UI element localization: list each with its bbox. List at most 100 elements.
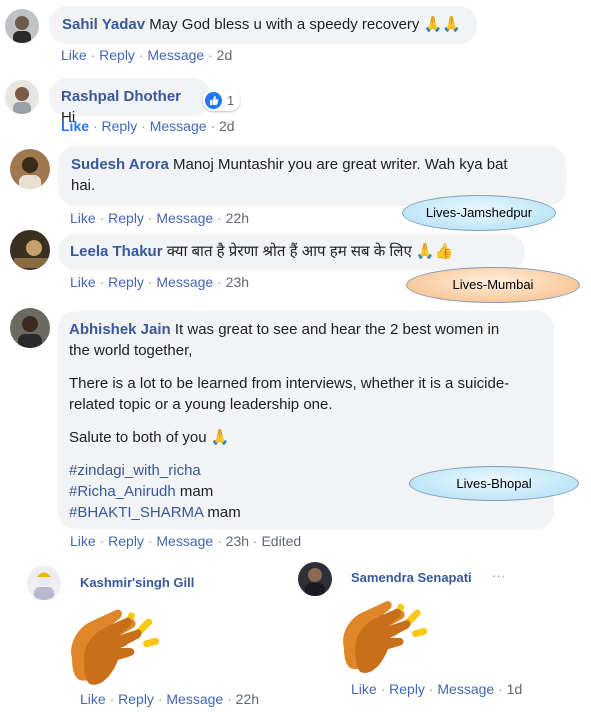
like-link[interactable]: Like bbox=[70, 533, 96, 549]
reply-link[interactable]: Reply bbox=[108, 533, 144, 549]
comment-bubble: Rashpal Dhother Hi bbox=[49, 78, 211, 126]
comment-actions: Like · Reply · Message · 1d bbox=[351, 681, 522, 697]
like-link[interactable]: Like bbox=[70, 274, 96, 290]
separator: · bbox=[138, 47, 144, 63]
avatar[interactable] bbox=[298, 562, 332, 596]
comment-bubble: Sahil Yadav May God bless u with a speed… bbox=[49, 6, 477, 44]
comment-timestamp[interactable]: 22h bbox=[236, 691, 259, 707]
comment-actions: Like · Reply · Message · 23h · Edited bbox=[70, 533, 301, 549]
separator: · bbox=[90, 47, 96, 63]
message-link[interactable]: Message bbox=[166, 691, 223, 707]
edited-label[interactable]: Edited bbox=[261, 533, 301, 549]
clapping-hands-icon bbox=[71, 609, 160, 685]
like-link[interactable]: Like bbox=[61, 47, 87, 63]
message-link[interactable]: Message bbox=[437, 681, 494, 697]
more-options-icon[interactable]: ··· bbox=[492, 568, 505, 583]
separator: · bbox=[141, 118, 146, 134]
comment-author[interactable]: Sahil Yadav bbox=[62, 16, 145, 33]
separator: · bbox=[92, 118, 98, 134]
avatar[interactable] bbox=[10, 149, 50, 189]
message-link[interactable]: Message bbox=[150, 118, 207, 134]
avatar-image bbox=[10, 308, 50, 348]
separator: · bbox=[428, 681, 434, 697]
reply-link[interactable]: Reply bbox=[118, 691, 154, 707]
avatar-image bbox=[5, 80, 39, 114]
separator: · bbox=[109, 691, 115, 707]
comment-author[interactable]: Leela Thakur bbox=[70, 243, 163, 260]
comment-text-line-1: Manoj Muntashir you are great writer. Wa… bbox=[172, 156, 508, 173]
comment-actions: Like · Reply · Message · 2d bbox=[61, 47, 232, 63]
reply-link[interactable]: Reply bbox=[101, 118, 137, 134]
clapping-hands-icon bbox=[343, 601, 428, 674]
separator: · bbox=[252, 533, 258, 549]
comment-actions: Like · Reply · Message · 2d bbox=[61, 118, 235, 134]
like-link[interactable]: Like bbox=[351, 681, 377, 697]
comment-text: क्या बात है प्रेरणा श्रोत हैं आप हम सब क… bbox=[166, 243, 454, 260]
separator: · bbox=[210, 118, 216, 134]
comment-timestamp[interactable]: 2d bbox=[217, 47, 233, 63]
separator: · bbox=[217, 274, 222, 290]
comment-author[interactable]: Abhishek Jain bbox=[69, 321, 171, 338]
reply-link[interactable]: Reply bbox=[108, 274, 144, 290]
like-link[interactable]: Like bbox=[61, 118, 89, 134]
message-link[interactable]: Message bbox=[156, 533, 213, 549]
avatar[interactable] bbox=[27, 566, 61, 600]
comment-timestamp[interactable]: 22h bbox=[226, 210, 249, 226]
reply-link[interactable]: Reply bbox=[389, 681, 425, 697]
hashtag-suffix: mam bbox=[175, 483, 214, 500]
reply-link[interactable]: Reply bbox=[108, 210, 144, 226]
separator: · bbox=[147, 533, 153, 549]
comment-text: May God bless u with a speedy recovery 🙏… bbox=[149, 16, 461, 33]
avatar[interactable] bbox=[5, 80, 39, 114]
reaction-summary[interactable]: 1 bbox=[203, 89, 241, 111]
message-link[interactable]: Message bbox=[147, 47, 204, 63]
like-link[interactable]: Like bbox=[80, 691, 106, 707]
separator: · bbox=[217, 533, 222, 549]
avatar[interactable] bbox=[10, 230, 50, 270]
like-link[interactable]: Like bbox=[70, 210, 96, 226]
comment-timestamp[interactable]: 2d bbox=[219, 118, 235, 134]
comment-actions: Like · Reply · Message · 22h bbox=[80, 691, 259, 707]
comment-author[interactable]: Rashpal Dhother bbox=[61, 88, 181, 105]
like-reaction-icon bbox=[205, 91, 222, 109]
avatar[interactable] bbox=[5, 9, 39, 43]
comment-author[interactable]: Kashmir'singh Gill bbox=[80, 575, 194, 590]
comment-timestamp[interactable]: 23h bbox=[226, 533, 249, 549]
avatar-image bbox=[10, 149, 50, 189]
message-link[interactable]: Message bbox=[156, 210, 213, 226]
comment-text-p1-line-1: It was great to see and hear the 2 best … bbox=[174, 321, 500, 338]
hashtag-link[interactable]: #zindagi_with_richa bbox=[69, 462, 201, 479]
avatar-image bbox=[10, 230, 50, 270]
separator: · bbox=[217, 210, 222, 226]
separator: · bbox=[99, 210, 105, 226]
comment-author[interactable]: Sudesh Arora bbox=[71, 156, 169, 173]
separator: · bbox=[498, 681, 503, 697]
comment-actions: Like · Reply · Message · 22h bbox=[70, 210, 249, 226]
separator: · bbox=[99, 533, 105, 549]
reply-link[interactable]: Reply bbox=[99, 47, 135, 63]
comment-text-p3: Salute to both of you 🙏 bbox=[69, 429, 230, 446]
separator: · bbox=[208, 47, 213, 63]
avatar-image bbox=[5, 9, 39, 43]
hashtag-link[interactable]: #BHAKTI_SHARMA bbox=[69, 504, 203, 521]
separator: · bbox=[147, 210, 153, 226]
separator: · bbox=[380, 681, 386, 697]
reaction-count: 1 bbox=[227, 92, 235, 108]
separator: · bbox=[227, 691, 232, 707]
comment-timestamp[interactable]: 23h bbox=[226, 274, 249, 290]
avatar[interactable] bbox=[10, 308, 50, 348]
comment-timestamp[interactable]: 1d bbox=[507, 681, 523, 697]
hashtag-suffix: mam bbox=[203, 504, 241, 521]
avatar-image bbox=[298, 562, 332, 596]
location-badge-jamshedpur: Lives-Jamshedpur bbox=[402, 195, 556, 231]
separator: · bbox=[99, 274, 105, 290]
location-badge-bhopal: Lives-Bhopal bbox=[409, 466, 579, 501]
comment-author[interactable]: Samendra Senapati bbox=[351, 570, 472, 585]
avatar-image bbox=[27, 566, 61, 600]
comment-text-line-2: hai. bbox=[71, 177, 96, 194]
location-badge-mumbai: Lives-Mumbai bbox=[406, 267, 580, 303]
message-link[interactable]: Message bbox=[156, 274, 213, 290]
hashtag-link[interactable]: #Richa_Anirudh bbox=[69, 483, 176, 500]
comment-actions: Like · Reply · Message · 23h bbox=[70, 274, 249, 290]
separator: · bbox=[147, 274, 153, 290]
